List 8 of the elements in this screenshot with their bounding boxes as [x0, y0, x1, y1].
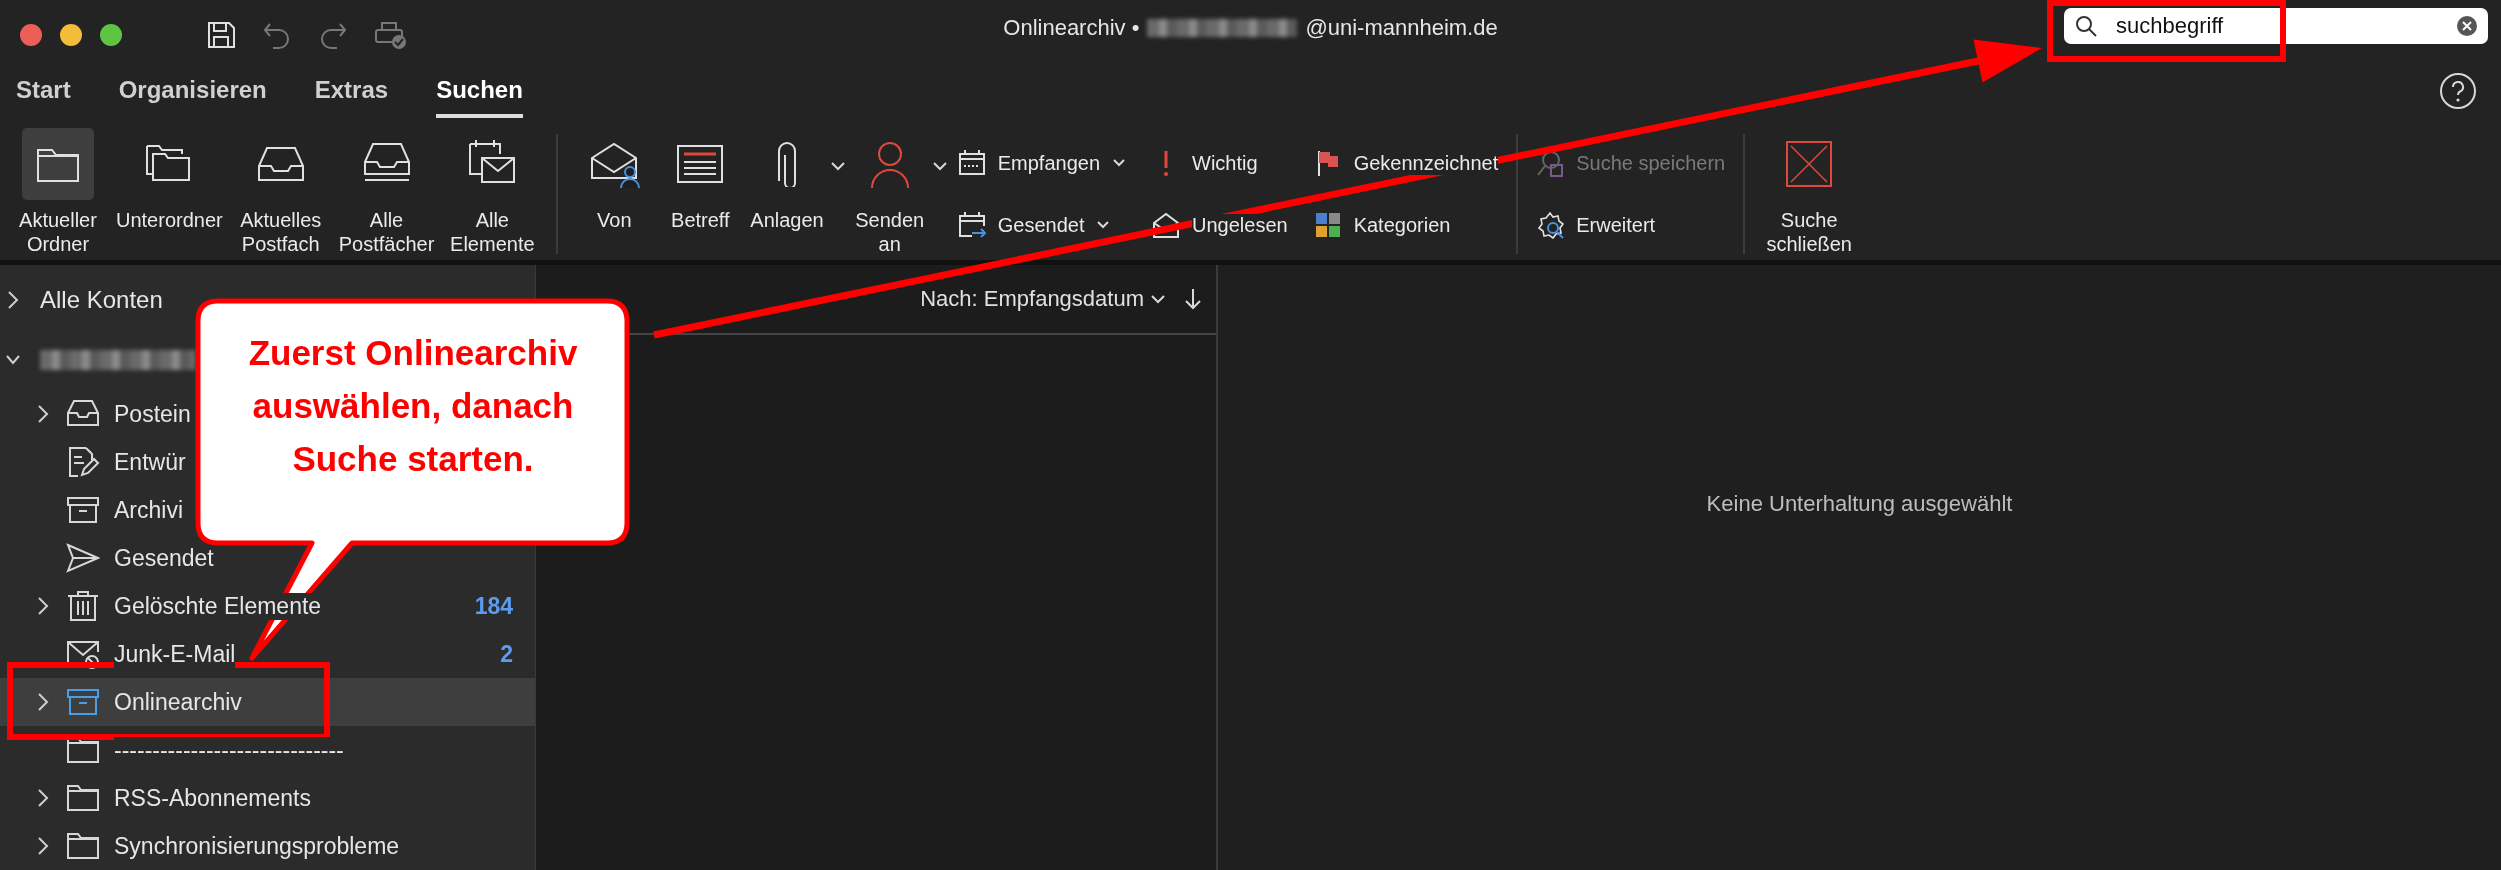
empty-message: Keine Unterhaltung ausgewählt: [1706, 490, 2013, 517]
folder-label: Gelöschte Elemente: [114, 592, 322, 620]
unread-count: 184: [474, 592, 513, 620]
window-title: Onlinearchiv •: [1003, 15, 1140, 41]
window-title-address: @uni-mannheim.de: [1305, 15, 1498, 41]
account-label: Alle Konten: [40, 286, 163, 314]
unread-count: 2: [500, 640, 513, 668]
callout-text: Zuerst Onlinearchiv auswählen, danach Suche starten.: [247, 332, 579, 480]
